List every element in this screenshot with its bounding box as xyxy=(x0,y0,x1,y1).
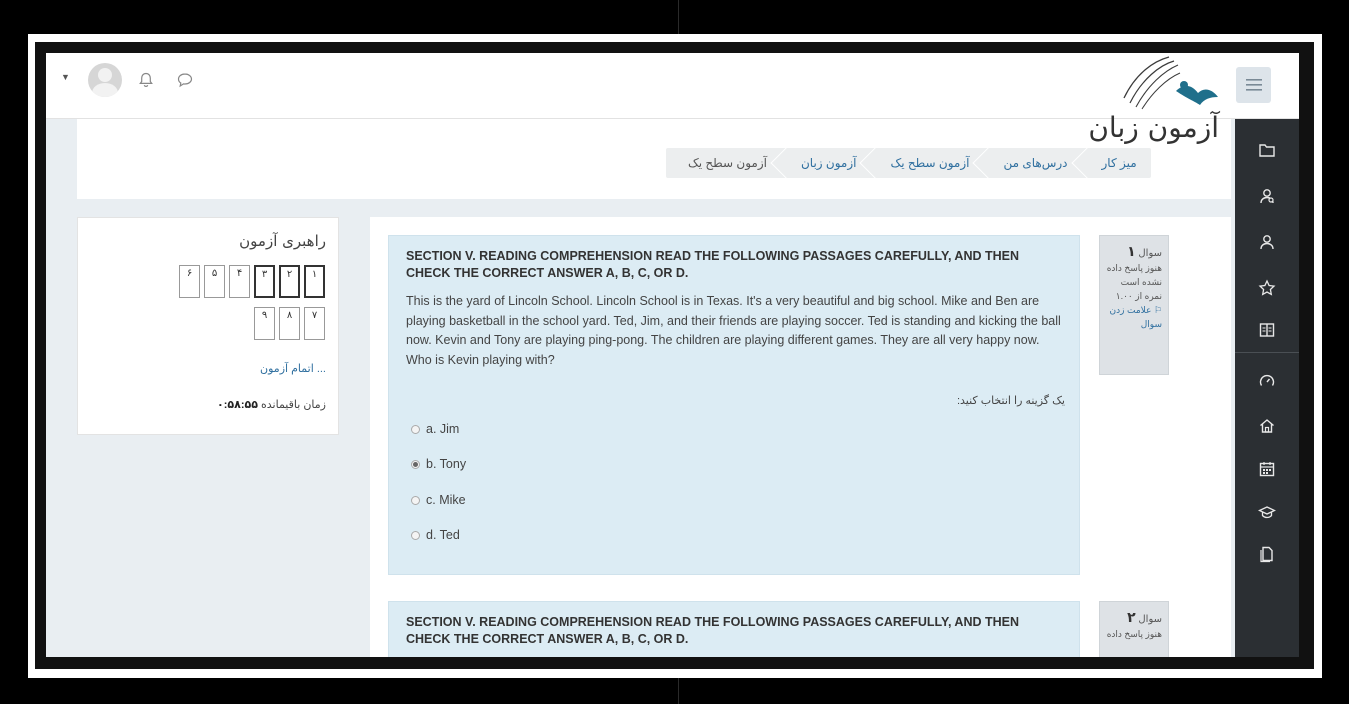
answer-option-b[interactable]: b. Tony xyxy=(411,457,466,471)
answer-option-label: d. Ted xyxy=(426,528,460,542)
time-left-value: ۰:۵۸:۵۵ xyxy=(217,399,258,411)
breadcrumb-item-my-courses[interactable]: درس‌های من xyxy=(981,148,1079,178)
answer-option-label: a. Jim xyxy=(426,422,460,436)
user-avatar[interactable] xyxy=(88,63,122,97)
answer-option-a[interactable]: a. Jim xyxy=(411,422,459,436)
dashboard-icon[interactable] xyxy=(1235,361,1299,401)
quiz-navigation-title: راهبری آزمون xyxy=(239,232,326,250)
radio-button[interactable] xyxy=(411,530,420,540)
question-text: This is the yard of Lincoln School. Linc… xyxy=(406,294,1061,367)
participants-icon[interactable] xyxy=(1235,222,1299,262)
breadcrumb-item-course[interactable]: آزمون سطح یک xyxy=(868,148,981,178)
quiz-nav-button-4[interactable]: ۴ xyxy=(229,265,250,298)
breadcrumb-item-current: آزمون سطح یک xyxy=(688,156,767,170)
answer-option-label: c. Mike xyxy=(426,493,466,507)
calendar-icon[interactable] xyxy=(1235,449,1299,489)
quiz-nav-button-5[interactable]: ۵ xyxy=(204,265,225,298)
quiz-nav-button-7[interactable]: ۷ xyxy=(304,307,325,340)
question-formulation-1: SECTION V. READING COMPREHENSION READ TH… xyxy=(388,235,1080,575)
page-title: آزمون زبان xyxy=(1088,111,1219,144)
answer-option-label: b. Tony xyxy=(426,457,467,471)
quiz-nav-button-2[interactable]: ۲ xyxy=(279,265,300,298)
top-navbar: ▼ xyxy=(46,53,1299,119)
page-header: آزمون زبان میز کار درس‌های من آزمون سطح … xyxy=(77,111,1231,199)
question-heading: SECTION V. READING COMPREHENSION READ TH… xyxy=(406,615,1020,646)
flag-icon: ⚐ xyxy=(1153,305,1162,315)
breadcrumb-item-dashboard[interactable]: میز کار xyxy=(1080,148,1151,178)
site-logo[interactable] xyxy=(1114,53,1222,119)
question-mark: نمره از ۱.۰۰ xyxy=(1115,291,1162,301)
time-left: ۰:۵۸:۵۵ زمان باقیمانده xyxy=(217,398,326,411)
question-info-1: سوال ۱ هنوز پاسخ داده نشده است نمره از ۱… xyxy=(1099,235,1169,375)
time-left-label: زمان باقیمانده xyxy=(261,399,326,411)
question-number-label: سوال xyxy=(1138,614,1162,625)
question-number-label: سوال xyxy=(1138,248,1162,259)
quiz-nav-button-8[interactable]: ۸ xyxy=(279,307,300,340)
answer-option-d[interactable]: d. Ted xyxy=(411,528,460,542)
book-icon[interactable] xyxy=(1235,310,1299,350)
users-icon[interactable] xyxy=(1235,176,1299,216)
question-status: هنوز پاسخ داده نشده است xyxy=(1106,263,1162,287)
question-number: ۱ xyxy=(1127,243,1136,259)
answer-prompt: یک گزینه را انتخاب کنید: xyxy=(956,395,1065,407)
nav-drawer xyxy=(1235,119,1299,657)
hamburger-menu-button[interactable] xyxy=(1236,67,1271,103)
quiz-nav-button-9[interactable]: ۹ xyxy=(254,307,275,340)
bell-icon[interactable] xyxy=(137,71,155,89)
quiz-navigation-block: راهبری آزمون ۱ ۲ ۳ ۴ ۵ ۶ ۷ ۸ ۹ اتمام آزم… xyxy=(77,217,339,435)
radio-button[interactable] xyxy=(411,424,420,434)
drawer-divider xyxy=(1235,352,1299,353)
quiz-nav-button-1[interactable]: ۱ xyxy=(304,265,325,298)
graduation-cap-icon[interactable] xyxy=(1235,492,1299,532)
star-icon[interactable] xyxy=(1235,268,1299,308)
home-icon[interactable] xyxy=(1235,406,1299,446)
question-heading: SECTION V. READING COMPREHENSION READ TH… xyxy=(406,249,1020,280)
chat-icon[interactable] xyxy=(176,71,194,89)
breadcrumb: میز کار درس‌های من آزمون سطح یک آزمون زب… xyxy=(666,148,1151,178)
answer-option-c[interactable]: c. Mike xyxy=(411,493,466,507)
question-number: ۲ xyxy=(1127,609,1136,625)
caret-down-icon[interactable]: ▼ xyxy=(61,72,70,82)
folder-icon[interactable] xyxy=(1235,130,1299,170)
files-icon[interactable] xyxy=(1235,534,1299,574)
radio-button[interactable] xyxy=(411,495,420,505)
radio-button-selected[interactable] xyxy=(411,459,420,469)
breadcrumb-item-quiz[interactable]: آزمون زبان xyxy=(779,148,869,178)
quiz-nav-button-6[interactable]: ۶ xyxy=(179,265,200,298)
question-formulation-2: SECTION V. READING COMPREHENSION READ TH… xyxy=(388,601,1080,657)
browser-viewport: ▼ آزمون زبان م xyxy=(46,53,1299,657)
finish-attempt-link[interactable]: اتمام آزمون ... xyxy=(260,362,326,375)
hamburger-menu-icon xyxy=(1245,79,1262,91)
question-info-2: سوال ۲ هنوز پاسخ داده xyxy=(1099,601,1169,657)
flag-question-link[interactable]: ⚐ علامت زدن سوال xyxy=(1106,303,1162,331)
quiz-nav-button-3[interactable]: ۳ xyxy=(254,265,275,298)
question-status: هنوز پاسخ داده xyxy=(1106,629,1162,639)
